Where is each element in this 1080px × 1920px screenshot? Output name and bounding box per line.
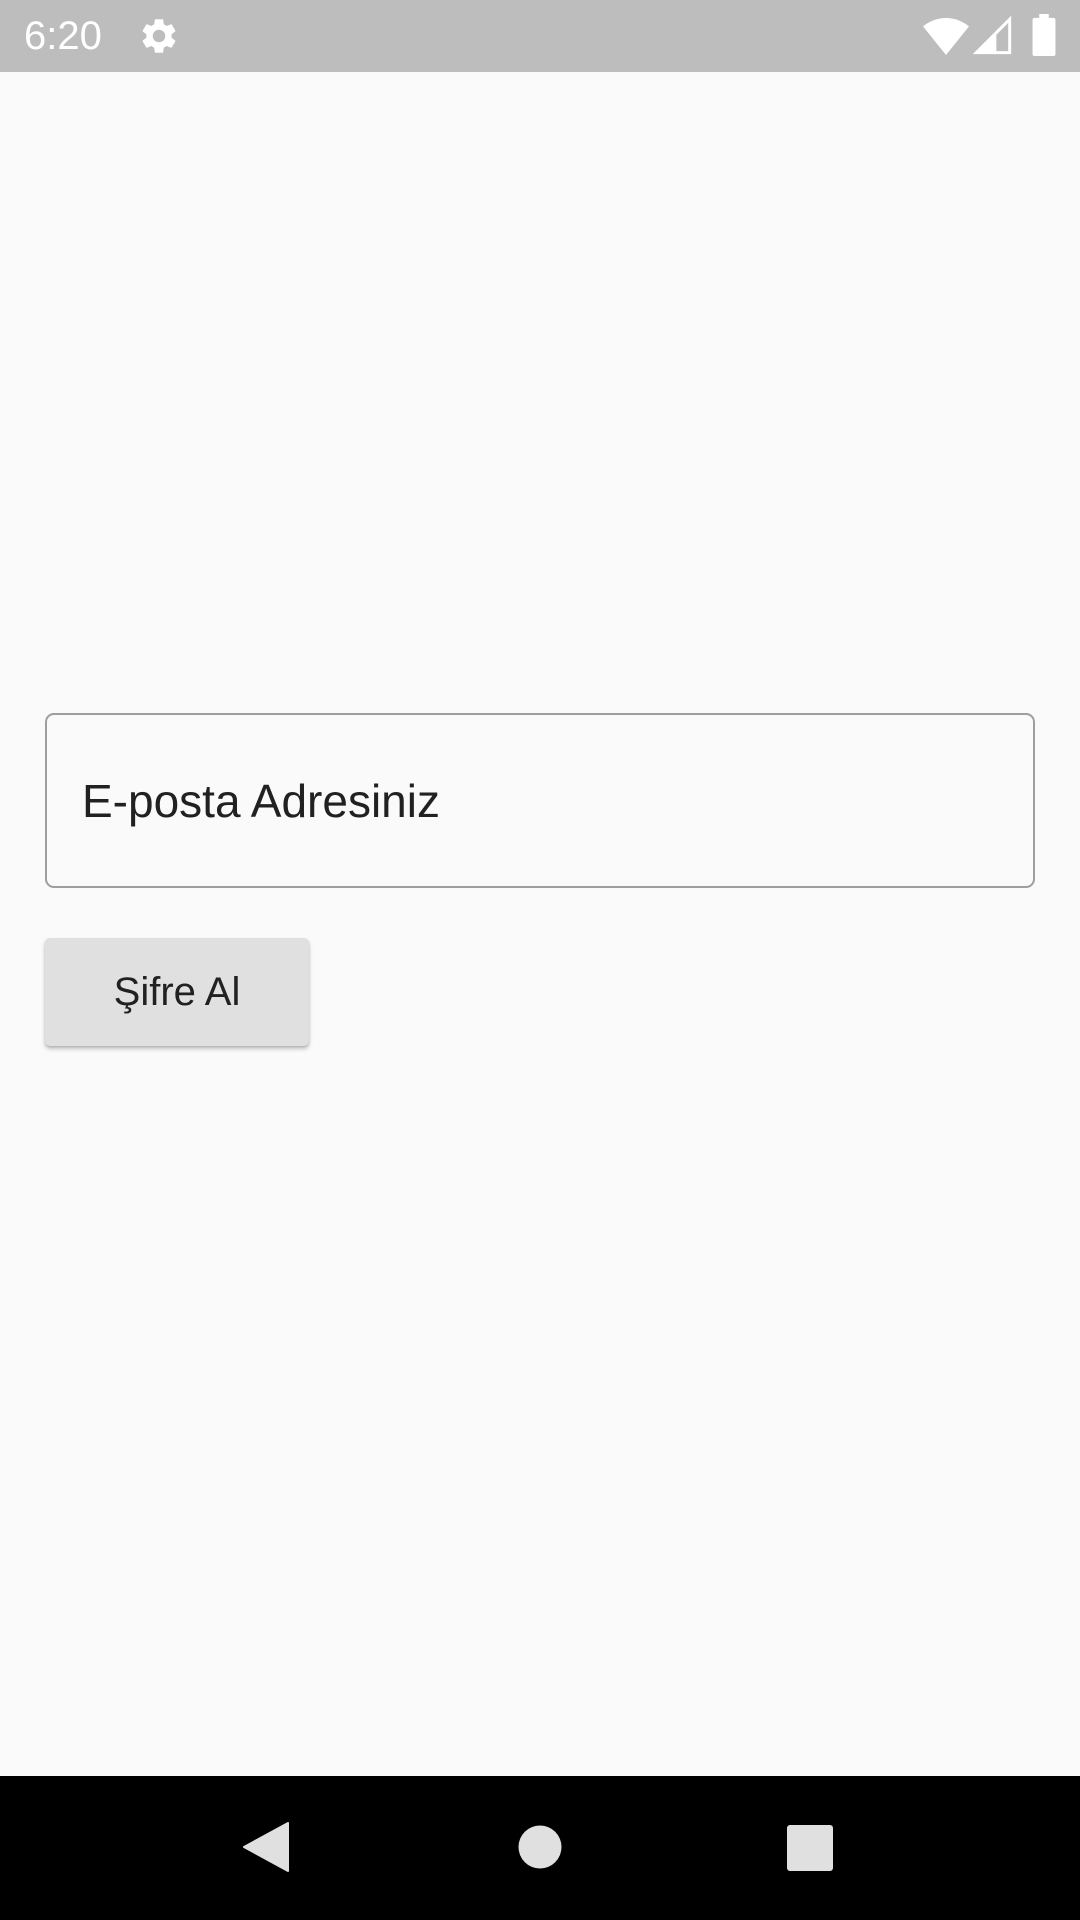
get-password-button[interactable]: Şifre Al (45, 938, 309, 1046)
gear-icon (142, 19, 176, 53)
screen: 6:20 E-posta Adresiniz Şifre Al (0, 0, 1080, 1920)
home-icon[interactable] (518, 1825, 562, 1869)
back-icon[interactable] (242, 1822, 290, 1872)
email-field[interactable]: E-posta Adresiniz (45, 713, 1035, 888)
cell-signal-icon (973, 16, 1012, 55)
email-placeholder: E-posta Adresiniz (82, 774, 440, 827)
battery-icon (1032, 14, 1056, 56)
wifi-icon (923, 18, 969, 55)
recents-icon[interactable] (787, 1825, 833, 1871)
status-time: 6:20 (24, 14, 102, 58)
status-bar: 6:20 (0, 0, 1080, 72)
